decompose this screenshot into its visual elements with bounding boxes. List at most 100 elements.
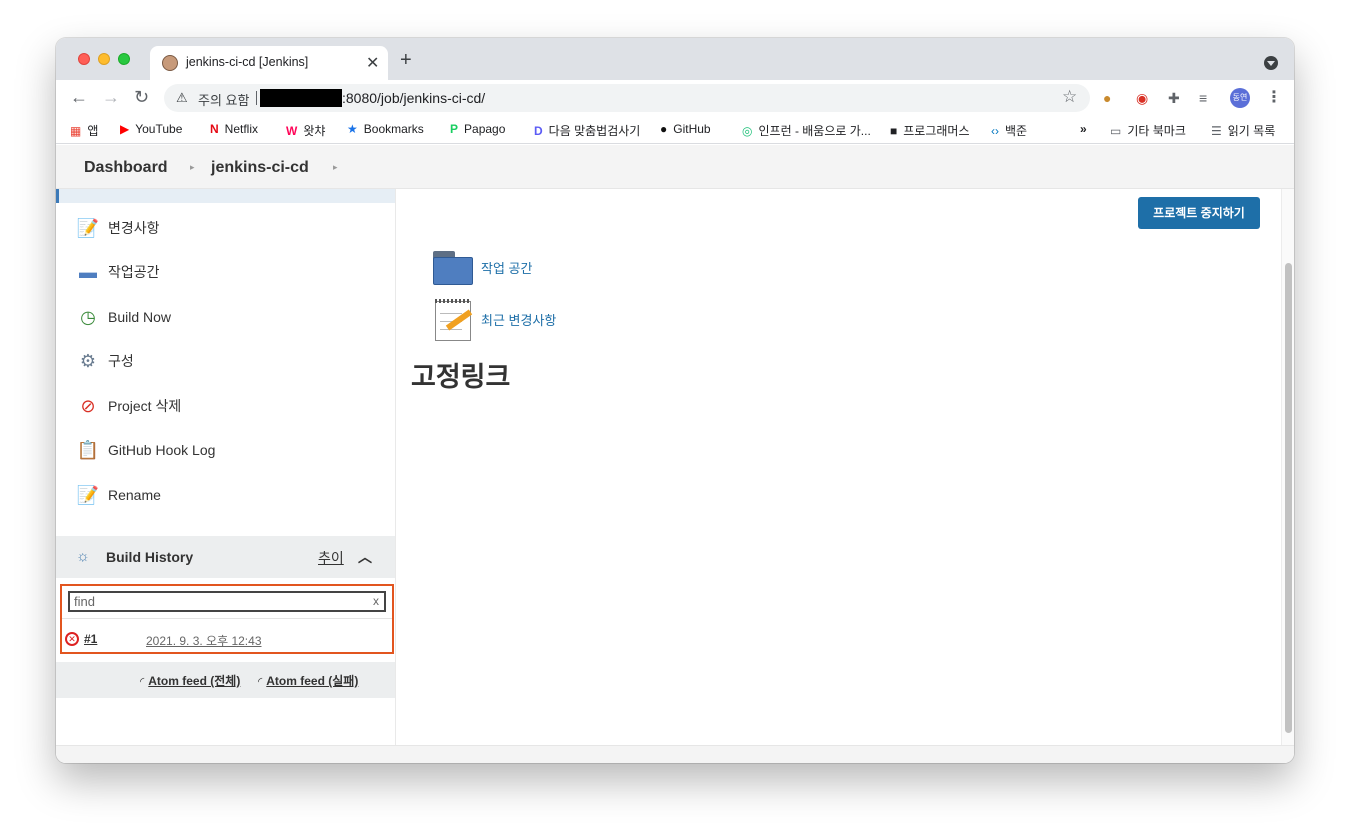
failed-status-icon[interactable]: ✕ bbox=[65, 632, 79, 646]
bookmark-label: 왓챠 bbox=[303, 124, 326, 138]
security-warning-label[interactable]: 주의 요함 bbox=[198, 90, 249, 109]
build-row: ✕ #1 2021. 9. 3. 오후 12:43 bbox=[62, 618, 392, 652]
scrollbar-thumb[interactable] bbox=[1285, 263, 1292, 733]
clipboard-icon: 📋 bbox=[76, 439, 100, 460]
recent-changes-link-label: 최근 변경사항 bbox=[481, 312, 557, 328]
bookmark-label: 인프런 - 배움으로 가... bbox=[758, 124, 871, 138]
back-icon[interactable]: ← bbox=[70, 87, 88, 107]
close-window-button[interactable] bbox=[78, 53, 90, 65]
inflearn-icon: ◎ bbox=[742, 124, 753, 138]
maximize-window-button[interactable] bbox=[118, 53, 130, 65]
page-scrollbar[interactable] bbox=[1281, 189, 1294, 745]
browser-window: jenkins-ci-cd [Jenkins] ✕ + ← → ↻ ⚠ 주의 요… bbox=[56, 38, 1294, 763]
build-history-title: Build History bbox=[106, 549, 194, 565]
browser-menu-icon[interactable]: ⋮ bbox=[1266, 87, 1282, 107]
atom-feed-failed-link[interactable]: ◜ Atom feed (실패) bbox=[258, 672, 358, 689]
jenkins-favicon-icon bbox=[162, 55, 178, 71]
feed-label: Atom feed (실패) bbox=[266, 674, 359, 688]
bookmark-label: 기타 북마크 bbox=[1127, 124, 1186, 138]
reload-icon[interactable]: ↻ bbox=[134, 87, 149, 107]
task-label: Build Now bbox=[108, 309, 172, 325]
tab-close-icon[interactable]: ✕ bbox=[366, 53, 379, 73]
daum-icon: D bbox=[534, 124, 543, 138]
github-icon: ● bbox=[660, 122, 668, 136]
build-search-input[interactable] bbox=[70, 593, 360, 610]
bookmark-netflix[interactable]: N Netflix bbox=[210, 122, 258, 136]
task-build-now[interactable]: ◷ Build Now bbox=[76, 303, 171, 331]
bookmarks-overflow-button[interactable]: » bbox=[1080, 122, 1087, 136]
bookmark-label: Netflix bbox=[224, 122, 259, 136]
bookmark-label: GitHub bbox=[673, 122, 711, 136]
bookmark-apps[interactable]: ▦ 앱 bbox=[70, 122, 98, 139]
stop-project-button[interactable]: 프로젝트 중지하기 bbox=[1138, 197, 1260, 229]
bookmark-baekjoon[interactable]: ‹› 백준 bbox=[991, 122, 1027, 139]
side-panel: 📝 변경사항 ▬ 작업공간 ◷ Build Now ⚙ 구성 ⊘ Project… bbox=[56, 189, 396, 745]
url-text[interactable]: :8080/job/jenkins-ci-cd/ bbox=[342, 90, 485, 106]
build-date-link[interactable]: 2021. 9. 3. 오후 12:43 bbox=[146, 632, 262, 649]
folder-icon: ▬ bbox=[79, 261, 97, 282]
bookmark-label: 다음 맞춤법검사기 bbox=[548, 124, 641, 138]
atom-feed-all-link[interactable]: ◜ Atom feed (전체) bbox=[140, 672, 240, 689]
apps-grid-icon: ▦ bbox=[70, 124, 82, 138]
watcha-icon: W bbox=[286, 124, 298, 138]
build-search-field[interactable]: x bbox=[68, 591, 386, 612]
bookmark-star-icon[interactable]: ☆ bbox=[1062, 87, 1077, 107]
build-history-header: ☼ Build History 추이 ︿ bbox=[56, 536, 395, 578]
notepad-icon bbox=[431, 299, 475, 341]
build-history-trend-link[interactable]: 추이 bbox=[318, 548, 344, 568]
rss-icon: ◜ bbox=[140, 676, 145, 688]
workspace-link-label: 작업 공간 bbox=[481, 260, 533, 276]
bookmark-reading-list[interactable]: ☰ 읽기 목록 bbox=[1211, 122, 1275, 139]
chevron-up-icon[interactable]: ︿ bbox=[358, 547, 372, 567]
page-footer bbox=[56, 745, 1294, 763]
bookmark-watcha[interactable]: W 왓챠 bbox=[286, 122, 325, 139]
task-configure[interactable]: ⚙ 구성 bbox=[76, 347, 134, 375]
atom-feeds: ◜ Atom feed (전체) ◜ Atom feed (실패) bbox=[56, 662, 395, 698]
papago-icon: P bbox=[450, 122, 459, 136]
bookmark-daum[interactable]: D 다음 맞춤법검사기 bbox=[534, 122, 640, 139]
youtube-icon: ▶ bbox=[120, 122, 130, 136]
address-bar[interactable]: ⚠ 주의 요함 :8080/job/jenkins-ci-cd/ ☆ bbox=[164, 84, 1090, 112]
new-tab-button[interactable]: + bbox=[400, 50, 412, 70]
profile-avatar[interactable]: 동연 bbox=[1230, 88, 1250, 108]
extensions-puzzle-icon[interactable]: ✚ bbox=[1168, 90, 1180, 107]
tab-search-icon[interactable] bbox=[1264, 56, 1278, 70]
warning-icon[interactable]: ⚠ bbox=[176, 90, 188, 106]
media-control-icon[interactable]: ≡ bbox=[1199, 90, 1207, 106]
bookmark-label: 읽기 목록 bbox=[1227, 124, 1276, 138]
forward-icon[interactable]: → bbox=[102, 87, 120, 107]
task-label: 작업공간 bbox=[108, 264, 160, 280]
task-workspace[interactable]: ▬ 작업공간 bbox=[76, 258, 160, 286]
breadcrumb-dashboard[interactable]: Dashboard bbox=[84, 159, 168, 177]
minimize-window-button[interactable] bbox=[98, 53, 110, 65]
bookmark-programmers[interactable]: ■ 프로그래머스 bbox=[890, 122, 970, 139]
task-github-hook-log[interactable]: 📋 GitHub Hook Log bbox=[76, 436, 216, 464]
task-label: GitHub Hook Log bbox=[108, 442, 216, 458]
bookmark-other[interactable]: ▭ 기타 북마크 bbox=[1110, 122, 1186, 139]
workspace-link[interactable]: 작업 공간 bbox=[431, 247, 532, 287]
clear-search-icon[interactable]: x bbox=[373, 594, 379, 608]
bookmark-papago[interactable]: P Papago bbox=[450, 122, 505, 136]
recent-changes-link[interactable]: 최근 변경사항 bbox=[431, 299, 557, 341]
redacted-host bbox=[260, 89, 342, 107]
netflix-icon: N bbox=[210, 122, 219, 136]
bookmark-youtube[interactable]: ▶ YouTube bbox=[120, 122, 182, 136]
breadcrumb-job[interactable]: jenkins-ci-cd bbox=[211, 159, 309, 177]
bookmark-bookmarks[interactable]: ★ Bookmarks bbox=[347, 122, 424, 136]
task-changes[interactable]: 📝 변경사항 bbox=[76, 214, 160, 242]
programmers-icon: ■ bbox=[890, 124, 898, 138]
refresh-extension-icon[interactable]: ◉ bbox=[1136, 90, 1148, 107]
bookmarks-bar: ▦ 앱 ▶ YouTube N Netflix W 왓챠 ★ Bookmarks P Pap… bbox=[56, 116, 1294, 144]
build-number-link[interactable]: #1 bbox=[84, 632, 97, 646]
bookmark-github[interactable]: ● GitHub bbox=[660, 122, 711, 136]
task-rename[interactable]: 📝 Rename bbox=[76, 481, 161, 509]
bookmark-inflearn[interactable]: ◎ 인프런 - 배움으로 가... bbox=[742, 122, 871, 139]
breadcrumb-arrow-icon[interactable]: ▸ bbox=[333, 162, 338, 173]
cookie-extension-icon[interactable]: ● bbox=[1103, 90, 1111, 106]
breadcrumb-arrow-icon[interactable]: ▸ bbox=[190, 162, 195, 173]
task-delete-project[interactable]: ⊘ Project 삭제 bbox=[76, 392, 181, 420]
browser-tab[interactable]: jenkins-ci-cd [Jenkins] ✕ bbox=[150, 46, 388, 80]
gear-icon: ⚙ bbox=[79, 350, 97, 371]
rss-icon: ◜ bbox=[258, 676, 263, 688]
active-task-highlight bbox=[56, 189, 395, 203]
